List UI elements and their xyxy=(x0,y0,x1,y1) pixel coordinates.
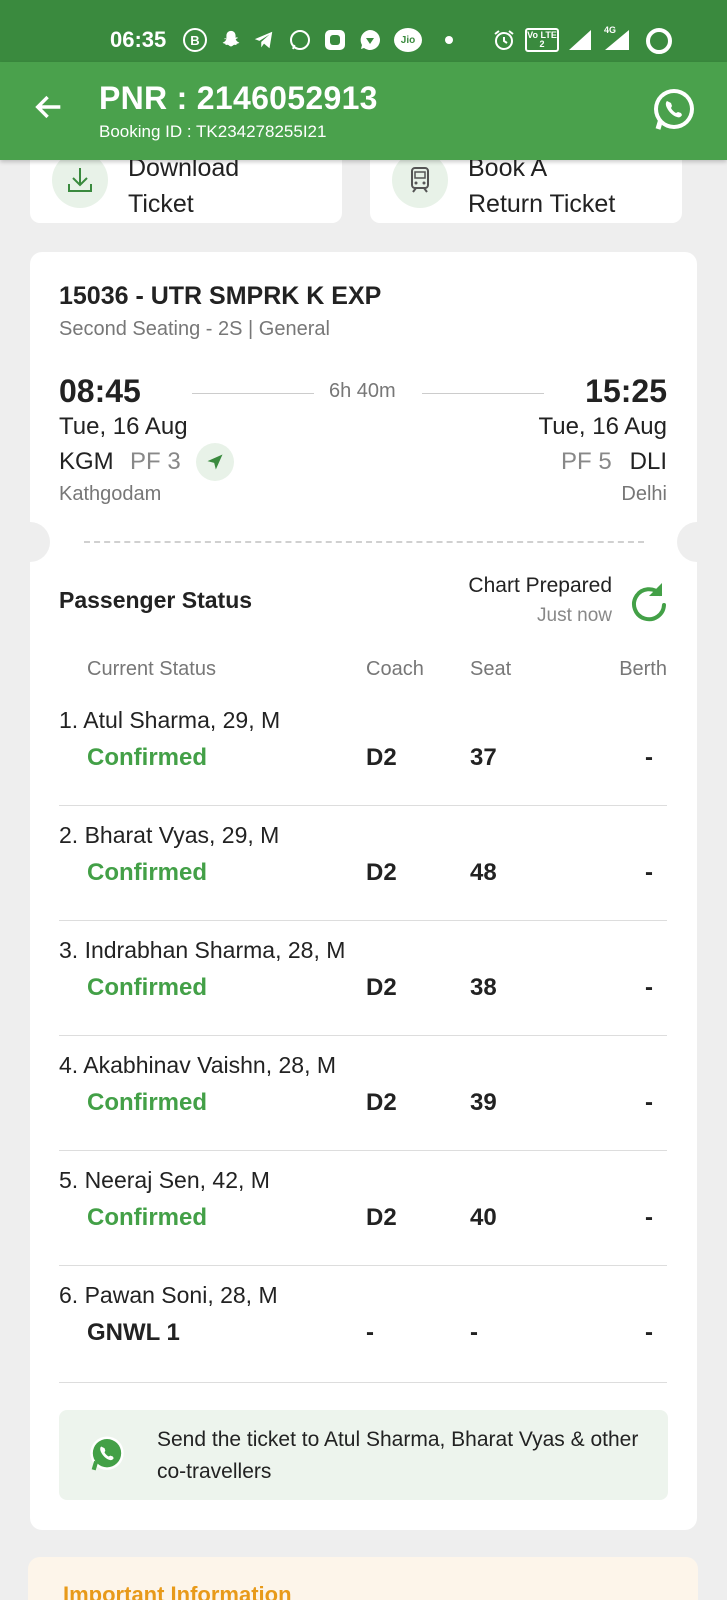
ticket-notch-right xyxy=(677,522,717,562)
booking-status: GNWL 1 xyxy=(87,1319,180,1346)
passenger-name: 4. Akabhinav Vaishn, 28, M xyxy=(59,1052,337,1078)
download-icon xyxy=(52,152,108,208)
important-info-title: Important Information xyxy=(63,1582,292,1600)
passenger-row: 3. Indrabhan Sharma, 28, M Confirmed D2 … xyxy=(59,921,667,1036)
app-bar: PNR : 2146052913 Booking ID : TK23427825… xyxy=(0,62,727,160)
net-type-label: 4G xyxy=(604,25,617,35)
arrival-city: Delhi xyxy=(621,483,667,505)
jio-icon: Jio xyxy=(394,28,422,52)
seat-value: 39 xyxy=(470,1089,497,1116)
chat-icon xyxy=(358,28,382,52)
berth-value: - xyxy=(645,859,653,886)
duration-line-left xyxy=(192,393,314,394)
coach-value: D2 xyxy=(366,859,397,886)
departure-city: Kathgodam xyxy=(59,483,162,505)
app-icon xyxy=(323,28,347,52)
signal-icon xyxy=(566,28,596,52)
snapchat-icon xyxy=(219,28,243,52)
seat-value: 38 xyxy=(470,974,497,1001)
departure-time: 08:45 xyxy=(59,373,141,409)
seat-value: 37 xyxy=(470,744,497,771)
booking-status: Confirmed xyxy=(87,1204,207,1231)
berth-value: - xyxy=(645,1204,653,1231)
share-text: Send the ticket to Atul Sharma, Bharat V… xyxy=(157,1428,639,1483)
header-berth: Berth xyxy=(619,658,667,680)
coach-value: D2 xyxy=(366,1089,397,1116)
arrival-platform: PF 5 xyxy=(561,448,612,475)
passenger-row: 6. Pawan Soni, 28, M GNWL 1 - - - xyxy=(59,1266,667,1383)
important-info-card: Important Information xyxy=(28,1557,698,1600)
passenger-name: 3. Indrabhan Sharma, 28, M xyxy=(59,937,346,963)
passenger-name: 5. Neeraj Sen, 42, M xyxy=(59,1167,270,1193)
departure-platform: PF 3 xyxy=(130,448,181,475)
booking-id: Booking ID : TK234278255I21 xyxy=(99,122,327,141)
passenger-row: 2. Bharat Vyas, 29, M Confirmed D2 48 - xyxy=(59,806,667,921)
passenger-row: 4. Akabhinav Vaishn, 28, M Confirmed D2 … xyxy=(59,1036,667,1151)
header-coach: Coach xyxy=(366,658,424,680)
berth-value: - xyxy=(645,1319,653,1346)
b-icon: B xyxy=(183,28,207,52)
whatsapp-share-icon[interactable] xyxy=(650,86,698,134)
ticket-divider xyxy=(84,541,644,543)
passenger-name: 1. Atul Sharma, 29, M xyxy=(59,707,281,733)
dot-icon xyxy=(437,28,461,52)
booking-status: Confirmed xyxy=(87,744,207,771)
volte-icon: Vo LTE 2 xyxy=(525,28,559,52)
class-info: Second Seating - 2S | General xyxy=(59,318,330,340)
train-icon xyxy=(392,152,448,208)
passenger-row: 1. Atul Sharma, 29, M Confirmed D2 37 - xyxy=(59,691,667,806)
seat-value: 48 xyxy=(470,859,497,886)
arrival-date: Tue, 16 Aug xyxy=(538,413,667,440)
refresh-icon[interactable] xyxy=(626,580,670,624)
seat-value: 40 xyxy=(470,1204,497,1231)
back-arrow-icon[interactable] xyxy=(32,90,66,124)
train-title: 15036 - UTR SMPRK K EXP xyxy=(59,282,382,310)
berth-value: - xyxy=(645,1089,653,1116)
signal-4g-icon: 4G xyxy=(600,25,632,52)
seat-value: - xyxy=(470,1319,478,1346)
coach-value: D2 xyxy=(366,974,397,1001)
header-current-status: Current Status xyxy=(87,658,216,680)
booking-status: Confirmed xyxy=(87,974,207,1001)
chart-status: Chart Prepared xyxy=(468,574,612,597)
coach-value: - xyxy=(366,1319,374,1346)
download-label: Ticket xyxy=(128,190,194,218)
return-label: Return Ticket xyxy=(468,190,616,218)
coach-value: D2 xyxy=(366,744,397,771)
alarm-icon xyxy=(492,28,516,52)
whatsapp-icon xyxy=(288,28,312,52)
navigation-icon[interactable] xyxy=(196,443,234,481)
arrival-time: 15:25 xyxy=(585,373,667,409)
chart-updated-time: Just now xyxy=(537,605,612,626)
berth-value: - xyxy=(645,744,653,771)
telegram-icon xyxy=(252,28,276,52)
ticket-notch-left xyxy=(10,522,50,562)
share-ticket-banner[interactable]: Send the ticket to Atul Sharma, Bharat V… xyxy=(59,1410,668,1500)
pnr-title: PNR : 2146052913 xyxy=(99,80,378,116)
passenger-name: 2. Bharat Vyas, 29, M xyxy=(59,822,280,848)
coach-value: D2 xyxy=(366,1204,397,1231)
passenger-row: 5. Neeraj Sen, 42, M Confirmed D2 40 - xyxy=(59,1151,667,1266)
battery-icon xyxy=(646,28,672,54)
status-bar: 06:35 B Jio Vo LTE 2 4G xyxy=(0,0,727,62)
booking-status: Confirmed xyxy=(87,859,207,886)
passenger-status-title: Passenger Status xyxy=(59,587,253,613)
duration-line-right xyxy=(422,393,544,394)
departure-station-code: KGM xyxy=(59,448,114,475)
arrival-station-code: DLI xyxy=(629,448,667,475)
whatsapp-icon xyxy=(90,1436,124,1471)
passenger-name: 6. Pawan Soni, 28, M xyxy=(59,1282,278,1308)
berth-value: - xyxy=(645,974,653,1001)
header-seat: Seat xyxy=(470,658,512,680)
booking-status: Confirmed xyxy=(87,1089,207,1116)
departure-date: Tue, 16 Aug xyxy=(59,413,188,440)
journey-duration: 6h 40m xyxy=(329,380,396,402)
status-time: 06:35 xyxy=(110,27,167,52)
